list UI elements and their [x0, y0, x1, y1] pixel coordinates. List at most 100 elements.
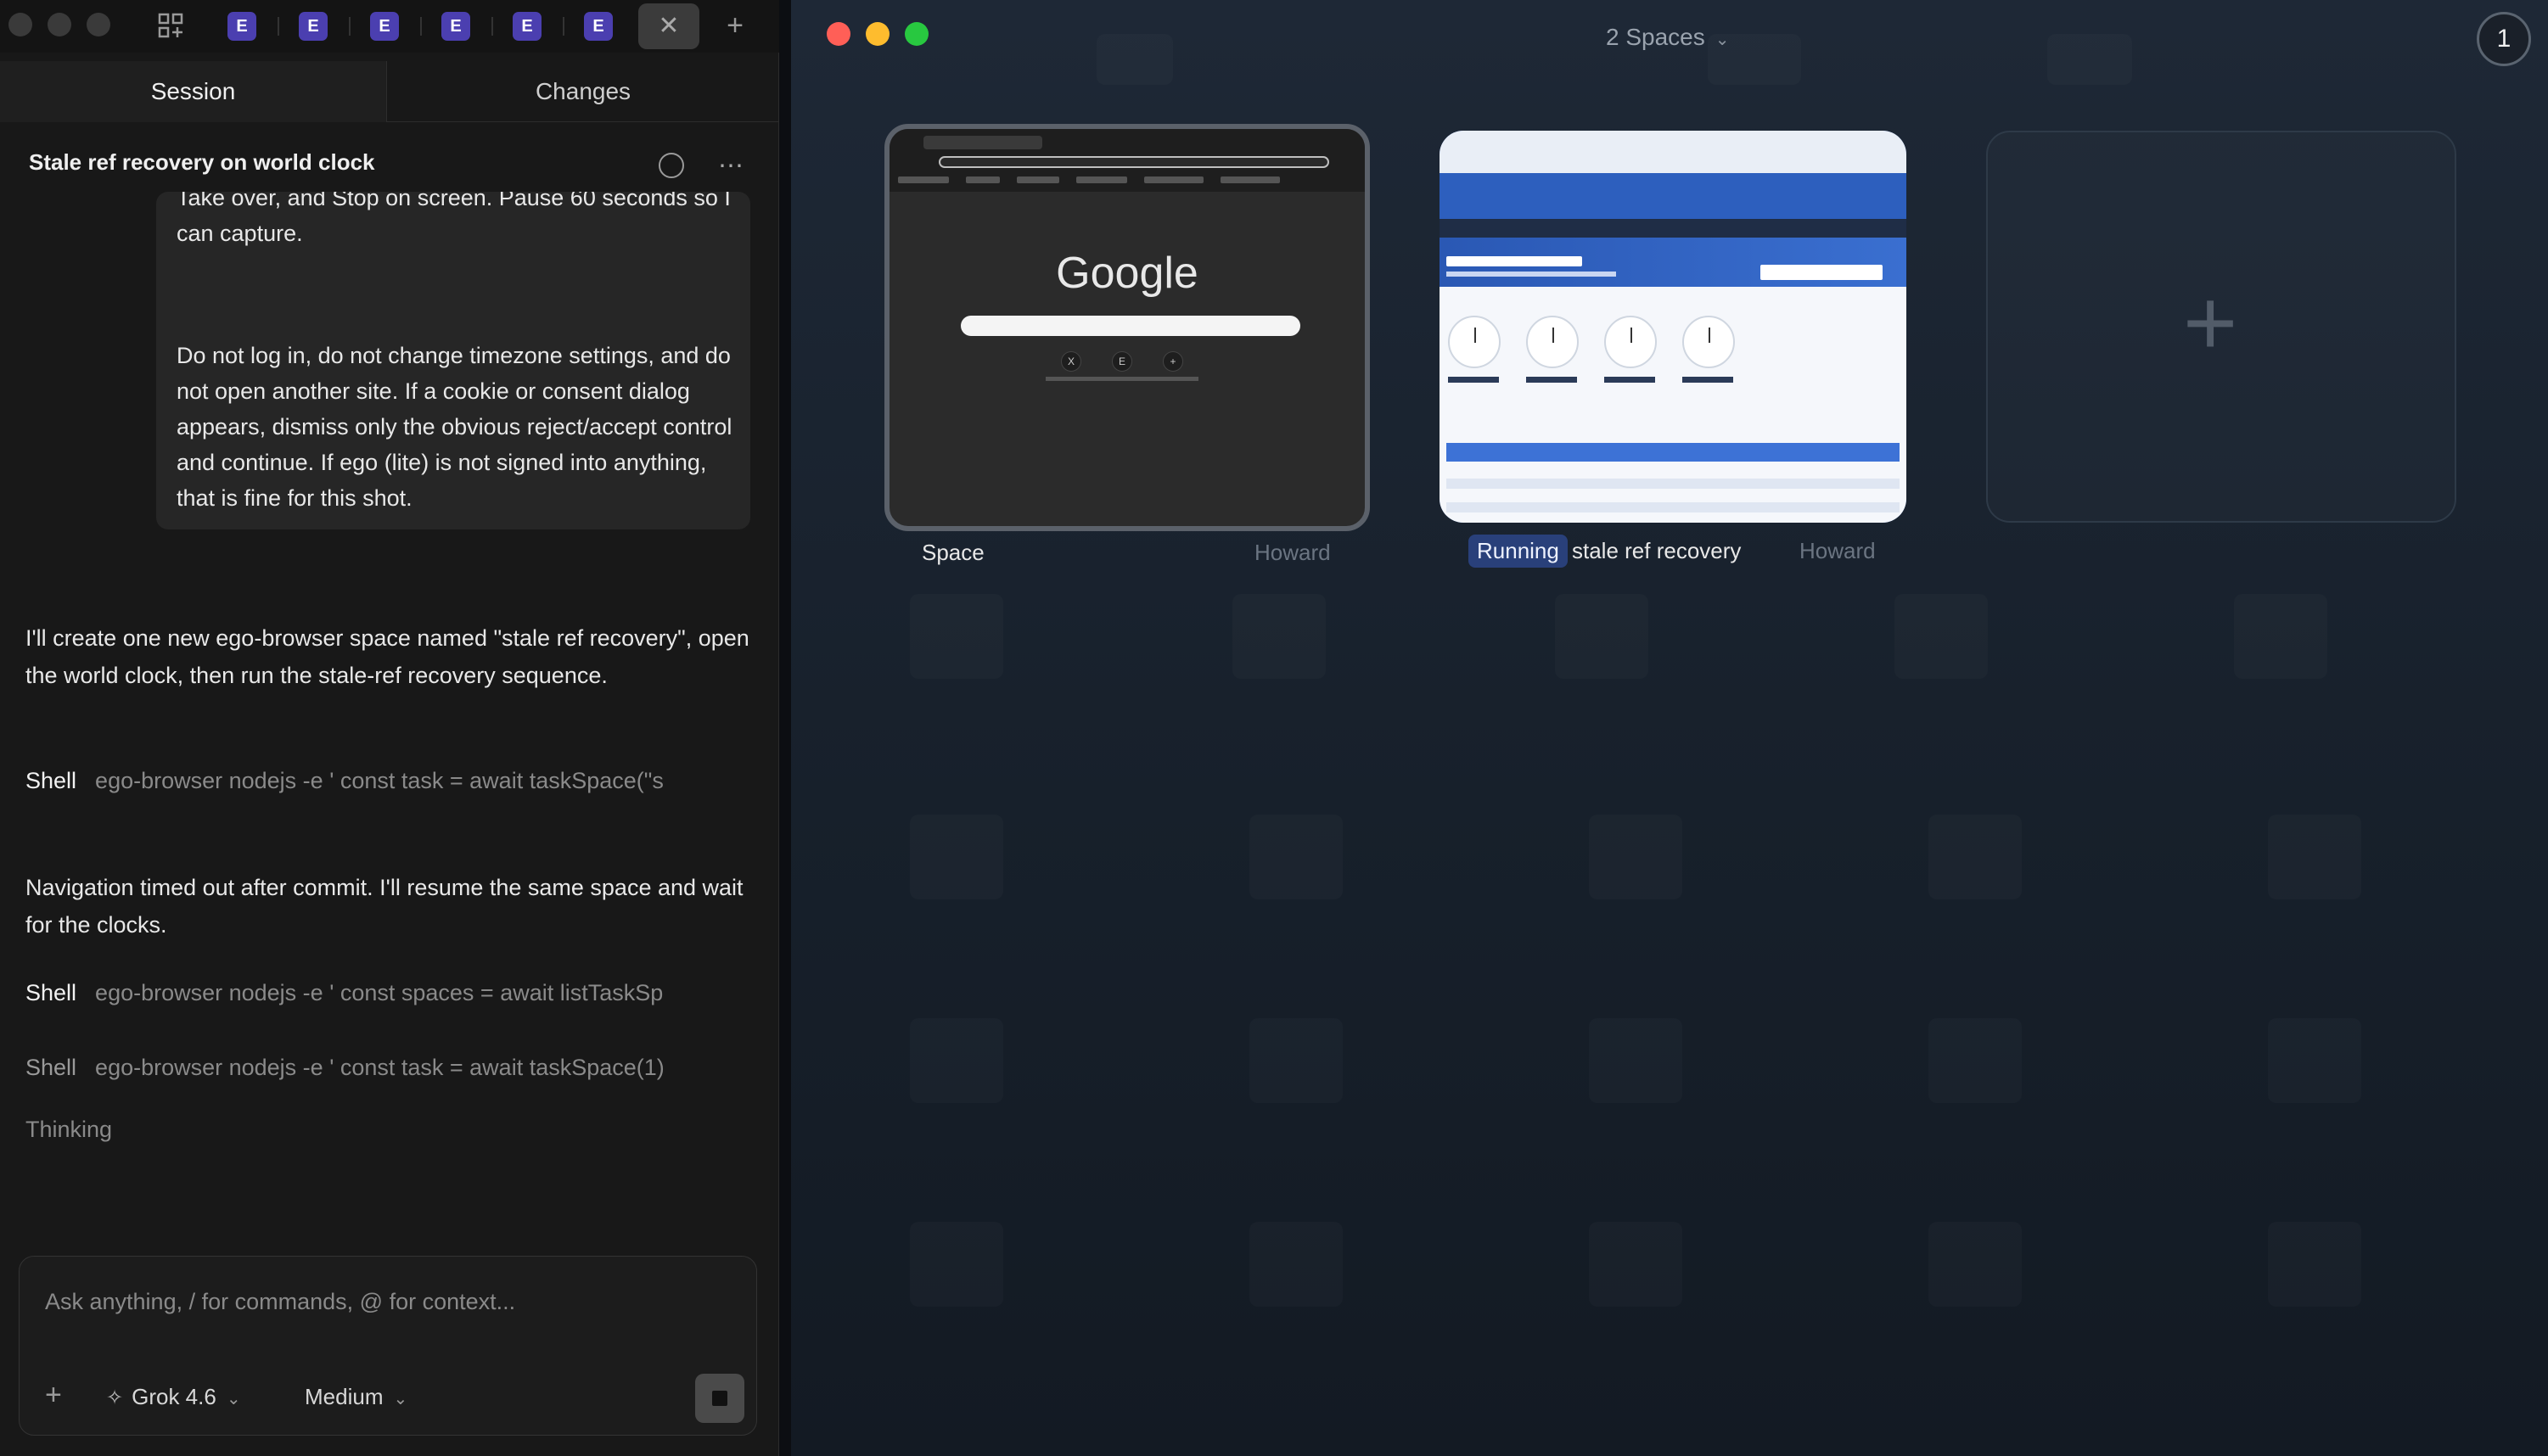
table-row	[1446, 502, 1900, 512]
shortcut-label	[1097, 377, 1148, 381]
shortcut-label	[1046, 377, 1097, 381]
composer: + ✧ Grok 4.6 ⌄ Medium ⌄	[19, 1256, 757, 1436]
space-owner: Howard	[1799, 538, 1876, 563]
clock-face	[1448, 316, 1501, 368]
background-blur	[910, 815, 1003, 899]
shell-label: Shell	[25, 980, 77, 1005]
background-blur	[2047, 34, 2132, 85]
browser-tab	[923, 136, 1042, 149]
page-subheading	[1446, 272, 1616, 277]
tab-session[interactable]: Session	[0, 61, 387, 122]
effort-level: Medium	[305, 1384, 384, 1409]
tab-e-1[interactable]: E	[227, 12, 256, 41]
background-blur	[910, 594, 1003, 679]
status-badge: Running	[1468, 535, 1568, 568]
clock-face	[1682, 316, 1735, 368]
background-blur	[1232, 594, 1326, 679]
space-card-space[interactable]: Google X E +	[884, 124, 1370, 531]
shortcut-x: X	[1061, 351, 1081, 372]
close-window-button[interactable]	[827, 22, 850, 46]
background-blur	[1589, 1222, 1682, 1307]
window-close-dot[interactable]	[8, 13, 32, 36]
minimize-window-button[interactable]	[866, 22, 890, 46]
more-icon[interactable]: ⋯	[718, 151, 744, 181]
shortcut-ego: E	[1112, 351, 1132, 372]
shell-command: ego-browser nodejs -e ' const task = awa…	[95, 1055, 665, 1080]
sparkle-icon: ✧	[106, 1386, 124, 1409]
grid-icon[interactable]	[158, 13, 183, 38]
city-label	[1526, 377, 1577, 383]
shell-call[interactable]: Shell ego-browser nodejs -e ' const task …	[25, 762, 713, 799]
effort-selector[interactable]: Medium ⌄	[305, 1384, 407, 1410]
assistant-message: I'll create one new ego-browser space na…	[25, 625, 749, 688]
tab-separator	[349, 17, 351, 36]
stop-button[interactable]	[695, 1374, 744, 1423]
space-card-stale-ref-recovery[interactable]	[1440, 131, 1906, 523]
session-title: Stale ref recovery on world clock	[29, 149, 375, 175]
notification-badge[interactable]: 1	[2477, 12, 2531, 66]
google-logo: Google	[1056, 249, 1198, 298]
tab-separator	[563, 17, 564, 36]
background-blur	[1249, 1222, 1343, 1307]
spaces-dropdown[interactable]: 2 Spaces ⌄	[1606, 24, 1730, 51]
stop-icon	[712, 1391, 727, 1406]
shell-call[interactable]: Shell ego-browser nodejs -e ' const task …	[25, 1049, 713, 1086]
background-blur	[1928, 1222, 2022, 1307]
tab-separator	[420, 17, 422, 36]
city-label	[1604, 377, 1655, 383]
session-tabs: Session Changes	[0, 61, 779, 122]
background-blur	[1589, 815, 1682, 899]
tab-e-2[interactable]: E	[299, 12, 328, 41]
bookmark	[1144, 176, 1204, 183]
page-heading	[1446, 256, 1582, 266]
new-space-card[interactable]: +	[1986, 131, 2456, 523]
shell-label: Shell	[25, 768, 77, 793]
spaces-overview: 2 Spaces ⌄ 1 Google X E + Space Howard R…	[791, 0, 2548, 1456]
plus-icon: +	[2183, 271, 2238, 375]
shortcut-add: +	[1163, 351, 1183, 372]
circle-icon[interactable]	[659, 153, 684, 178]
background-blur	[2234, 594, 2327, 679]
window-zoom-dot[interactable]	[87, 13, 110, 36]
space-name: stale ref recovery	[1572, 538, 1742, 563]
background-blur	[910, 1222, 1003, 1307]
table-row	[1446, 490, 1900, 501]
background-blur	[2268, 815, 2361, 899]
clock-face	[1604, 316, 1657, 368]
background-blur	[1249, 1018, 1343, 1103]
clock-face	[1526, 316, 1579, 368]
shell-label: Shell	[25, 1055, 77, 1080]
address-bar	[939, 156, 1329, 168]
user-message-bubble: Take over, and Stop on screen. Pause 60 …	[156, 192, 750, 529]
browser-toolbar	[1440, 131, 1906, 173]
tab-e-6[interactable]: E	[584, 12, 613, 41]
space-name: Space	[922, 540, 985, 565]
model-selector[interactable]: ✧ Grok 4.6 ⌄	[106, 1384, 241, 1410]
times-table-header	[1446, 443, 1900, 462]
tab-e-3[interactable]: E	[370, 12, 399, 41]
bookmark	[1076, 176, 1127, 183]
city-search	[1760, 265, 1883, 280]
background-blur	[2268, 1018, 2361, 1103]
chat-input[interactable]	[45, 1282, 724, 1321]
background-blur	[910, 1018, 1003, 1103]
tab-strip: E E E E E E ✕ +	[0, 0, 779, 53]
bookmark	[1017, 176, 1059, 183]
tab-e-4[interactable]: E	[441, 12, 470, 41]
shell-call[interactable]: Shell ego-browser nodejs -e ' const space…	[25, 974, 713, 1011]
tab-e-5[interactable]: E	[513, 12, 542, 41]
model-name: Grok 4.6	[132, 1384, 216, 1409]
shortcut-label	[1148, 377, 1198, 381]
background-blur	[1894, 594, 1988, 679]
close-icon[interactable]: ✕	[638, 3, 699, 49]
background-blur	[1249, 815, 1343, 899]
zoom-window-button[interactable]	[905, 22, 929, 46]
tab-changes[interactable]: Changes	[387, 61, 779, 122]
browser-toolbar	[890, 129, 1365, 192]
user-message-text: Do not log in, do not change timezone se…	[177, 343, 732, 511]
plus-icon[interactable]: +	[45, 1379, 62, 1412]
background-blur	[1928, 815, 2022, 899]
shell-command: ego-browser nodejs -e ' const task = awa…	[95, 768, 664, 793]
plus-icon[interactable]: +	[718, 7, 752, 44]
window-minimize-dot[interactable]	[48, 13, 71, 36]
